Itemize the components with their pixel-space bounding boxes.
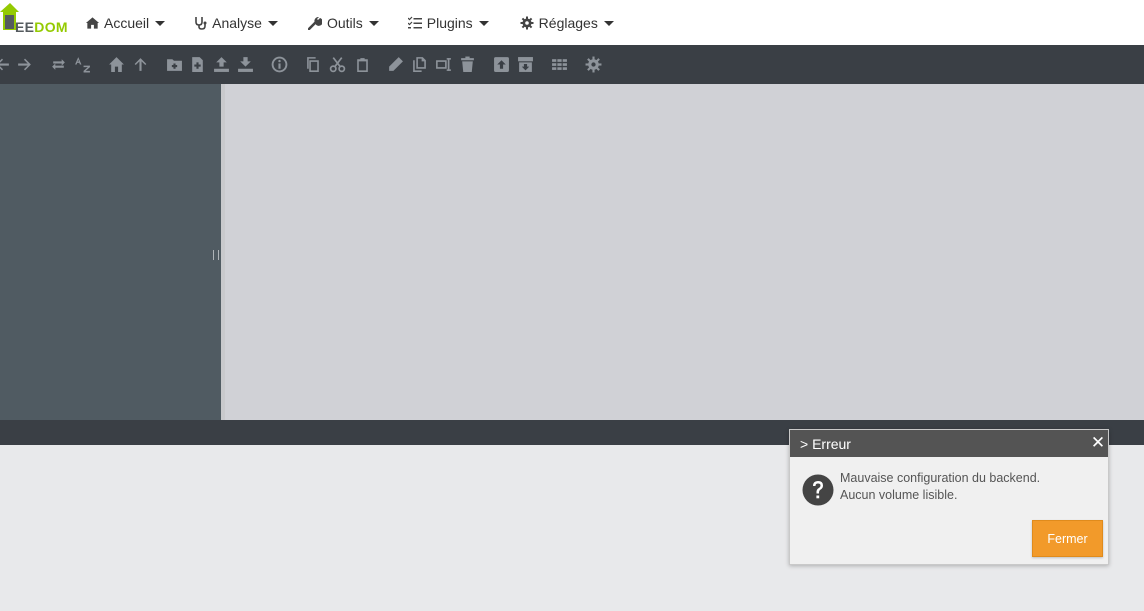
chevron-down-icon: [155, 21, 166, 26]
extract-icon[interactable]: [491, 54, 511, 74]
menu-plugins[interactable]: Plugins: [408, 0, 489, 45]
list-check-icon: [408, 15, 423, 30]
chevron-down-icon: [478, 21, 489, 26]
question-icon: [802, 474, 834, 506]
home-icon: [85, 15, 100, 30]
new-folder-icon[interactable]: [164, 54, 184, 74]
menu-reglages-label: Réglages: [538, 14, 598, 31]
cut-icon[interactable]: [327, 54, 347, 74]
chevron-down-icon: [603, 21, 614, 26]
refresh-icon[interactable]: [48, 54, 68, 74]
copy-icon[interactable]: [303, 54, 323, 74]
upload-icon[interactable]: [211, 54, 231, 74]
delete-icon[interactable]: [457, 54, 477, 74]
info-icon[interactable]: [269, 54, 289, 74]
archive-icon[interactable]: [515, 54, 535, 74]
edit-icon[interactable]: [433, 54, 453, 74]
chevron-down-icon: [267, 21, 278, 26]
file-list-area[interactable]: [225, 84, 1144, 420]
top-navbar: EEDOM Accueil Analyse Outils Plugins Rég…: [0, 0, 1144, 45]
stethoscope-icon: [193, 15, 208, 30]
chevron-down-icon: [368, 21, 379, 26]
menu-outils[interactable]: Outils: [308, 0, 379, 45]
error-message-line1: Mauvaise configuration du backend.: [840, 471, 1041, 485]
close-button[interactable]: Fermer: [1032, 520, 1103, 557]
menu-accueil[interactable]: Accueil: [85, 0, 166, 45]
dialog-title: > Erreur: [800, 435, 851, 452]
logo-text: EEDOM: [15, 19, 68, 35]
download-icon[interactable]: [235, 54, 255, 74]
sort-az-icon[interactable]: [72, 54, 92, 74]
duplicate-icon[interactable]: [409, 54, 429, 74]
back-icon[interactable]: [0, 54, 12, 74]
paste-icon[interactable]: [352, 54, 372, 74]
folder-tree-panel[interactable]: [0, 84, 221, 420]
close-icon[interactable]: ✕: [1089, 433, 1107, 453]
menu-analyse[interactable]: Analyse: [193, 0, 278, 45]
new-file-icon[interactable]: [187, 54, 207, 74]
menu-accueil-label: Accueil: [104, 14, 150, 31]
menu-plugins-label: Plugins: [426, 14, 473, 31]
wrench-icon: [308, 15, 323, 30]
menu-reglages[interactable]: Réglages: [520, 0, 614, 45]
dialog-header[interactable]: > Erreur ✕: [790, 430, 1108, 457]
forward-icon[interactable]: [14, 54, 34, 74]
up-icon[interactable]: [130, 54, 150, 74]
gear-icon: [520, 15, 535, 30]
menu-outils-label: Outils: [326, 14, 363, 31]
view-icon[interactable]: [549, 54, 569, 74]
jeedom-logo[interactable]: EEDOM: [0, 2, 70, 42]
rename-icon[interactable]: [385, 54, 405, 74]
error-message: Mauvaise configuration du backend. Aucun…: [840, 470, 1040, 504]
dialog-body: Mauvaise configuration du backend. Aucun…: [790, 457, 1108, 565]
main-menu: Accueil Analyse Outils Plugins Réglages: [85, 0, 644, 45]
file-manager-toolbar: [0, 45, 1144, 84]
error-dialog: > Erreur ✕ Mauvaise configuration du bac…: [789, 429, 1109, 565]
menu-analyse-label: Analyse: [212, 14, 262, 31]
settings-icon[interactable]: [583, 54, 603, 74]
resize-handle[interactable]: [213, 250, 219, 260]
error-message-line2: Aucun volume lisible.: [840, 488, 958, 502]
home-icon[interactable]: [106, 54, 126, 74]
